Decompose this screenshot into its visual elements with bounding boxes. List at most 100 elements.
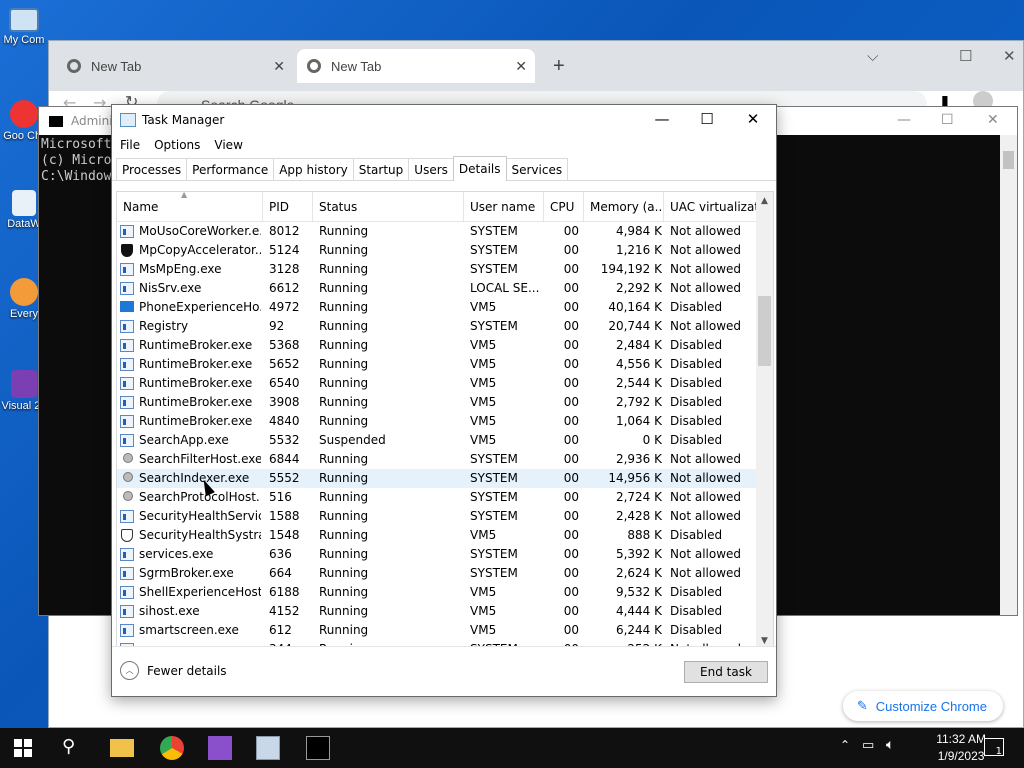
task-manager-title-bar[interactable]: Task Manager — ☐ ✕ — [112, 105, 776, 135]
minimize-icon[interactable]: — — [897, 112, 911, 128]
tab-search-icon[interactable]: ⌵ — [867, 47, 878, 65]
cell-memory: 2,544 K — [615, 376, 662, 390]
tab-services[interactable]: Services — [505, 158, 569, 180]
cell-status: Running — [319, 395, 369, 409]
column-header-memory[interactable]: Memory (a... — [584, 192, 664, 222]
table-row[interactable]: RuntimeBroker.exe 3908 Running VM5 00 2,792 K… — [117, 393, 757, 412]
menu-file[interactable]: File — [120, 138, 140, 152]
cell-status: Running — [319, 224, 369, 238]
table-row[interactable]: SearchFilterHost.exe 6844 Running SYSTEM 00 2… — [117, 450, 757, 469]
scrollbar-thumb[interactable] — [1003, 151, 1014, 169]
table-row[interactable]: SearchApp.exe 5532 Suspended VM5 00 0 K Disabl… — [117, 431, 757, 450]
tab-processes[interactable]: Processes — [116, 158, 188, 180]
minimize-icon[interactable]: — — [652, 110, 672, 128]
customize-chrome-button[interactable]: ✎ Customize Chrome — [842, 691, 1003, 721]
table-row[interactable]: Registry 92 Running SYSTEM 00 20,744 K Not all… — [117, 317, 757, 336]
tab-app-history[interactable]: App history — [273, 158, 354, 180]
fewer-details-button[interactable]: ︿ Fewer details — [120, 661, 227, 680]
scrollbar-thumb[interactable] — [758, 296, 771, 366]
table-row[interactable]: PhoneExperienceHo... 4972 Running VM5 00 40,1… — [117, 298, 757, 317]
cell-memory: 888 K — [627, 528, 662, 542]
cmd-scrollbar[interactable] — [1000, 135, 1017, 615]
column-header-status[interactable]: Status — [313, 192, 464, 222]
table-row[interactable]: MpCopyAccelerator.... 5124 Running SYSTEM 00… — [117, 241, 757, 260]
table-row[interactable]: NisSrv.exe 6612 Running LOCAL SE... 00 2,292 … — [117, 279, 757, 298]
close-icon[interactable]: ✕ — [515, 58, 527, 75]
column-header-pid[interactable]: PID — [263, 192, 313, 222]
chrome-tab-2[interactable]: New Tab ✕ — [297, 49, 535, 83]
table-row[interactable]: MoUsoCoreWorker.e... 8012 Running SYSTEM 00 4… — [117, 222, 757, 241]
table-row[interactable]: RuntimeBroker.exe 6540 Running VM5 00 2,544 K… — [117, 374, 757, 393]
chevron-up-icon[interactable]: ⌃ — [840, 738, 850, 752]
cell-memory: 1,216 K — [615, 243, 662, 257]
column-header-user-name[interactable]: User name — [464, 192, 544, 222]
search-icon[interactable]: ⚲ — [62, 736, 86, 760]
table-body: MoUsoCoreWorker.e... 8012 Running SYSTEM 00 4… — [117, 222, 757, 646]
chrome-tab-1[interactable]: New Tab ✕ — [57, 49, 293, 83]
close-icon[interactable]: ✕ — [987, 112, 999, 128]
cell-name: RuntimeBroker.exe — [139, 414, 253, 428]
table-row[interactable]: sihost.exe 4152 Running VM5 00 4,444 K Disable… — [117, 602, 757, 621]
clock[interactable]: 11:32 AM 1/9/2023 — [936, 731, 986, 765]
menu-view[interactable]: View — [214, 138, 242, 152]
table-row[interactable]: RuntimeBroker.exe 4840 Running VM5 00 1,064 K… — [117, 412, 757, 431]
volume-icon[interactable]: 🔈︎ — [886, 737, 894, 753]
table-row[interactable]: RuntimeBroker.exe 5652 Running VM5 00 4,556 K… — [117, 355, 757, 374]
table-row[interactable]: RuntimeBroker.exe 5368 Running VM5 00 2,484 K… — [117, 336, 757, 355]
scroll-up-icon[interactable]: ▲ — [756, 196, 773, 206]
scroll-down-icon[interactable]: ▼ — [756, 636, 773, 646]
notifications-icon[interactable]: 1 — [984, 738, 1004, 757]
cell-uac: Disabled — [670, 300, 723, 314]
cell-uac: Disabled — [670, 376, 723, 390]
desktop-icon-computer[interactable]: My Com — [0, 8, 48, 46]
cmd-taskbar-icon[interactable] — [306, 736, 330, 760]
table-row[interactable]: SecurityHealthServic... 1588 Running SYSTEM… — [117, 507, 757, 526]
tab-users[interactable]: Users — [408, 158, 454, 180]
computer-icon — [9, 8, 39, 32]
cell-pid: 3128 — [269, 262, 300, 276]
table-row[interactable]: services.exe 636 Running SYSTEM 00 5,392 K Not… — [117, 545, 757, 564]
cell-cpu: 00 — [563, 604, 579, 618]
cell-memory: 5,392 K — [615, 547, 662, 561]
tab-details[interactable]: Details — [452, 156, 507, 181]
table-row[interactable]: SgrmBroker.exe 664 Running SYSTEM 00 2,624 K N… — [117, 564, 757, 583]
visual-studio-taskbar-icon[interactable] — [208, 736, 232, 760]
maximize-icon[interactable]: ☐ — [697, 110, 717, 128]
cell-user-name: VM5 — [470, 338, 497, 352]
table-row[interactable]: smartscreen.exe 612 Running VM5 00 6,244 K Dis… — [117, 621, 757, 640]
maximize-icon[interactable]: ☐ — [959, 47, 972, 65]
network-icon[interactable]: ▭ — [862, 738, 874, 753]
process-icon — [120, 320, 134, 333]
cell-cpu: 00 — [563, 433, 579, 447]
column-header-name[interactable]: Name — [117, 192, 263, 222]
close-icon[interactable]: ✕ — [743, 110, 763, 128]
cell-name: NisSrv.exe — [139, 281, 202, 295]
cell-status: Running — [319, 566, 369, 580]
table-row[interactable]: SearchIndexer.exe 5552 Running SYSTEM 00 14,9… — [117, 469, 757, 488]
task-manager-taskbar-icon[interactable] — [256, 736, 280, 760]
column-header-cpu[interactable]: CPU — [544, 192, 584, 222]
new-tab-button[interactable]: + — [543, 49, 575, 83]
cell-uac: Not allowed — [670, 509, 742, 523]
table-row[interactable]: MsMpEng.exe 3128 Running SYSTEM 00 194,192 K N… — [117, 260, 757, 279]
start-icon[interactable] — [14, 739, 32, 757]
cell-cpu: 00 — [563, 338, 579, 352]
menu-options[interactable]: Options — [154, 138, 200, 152]
chrome-taskbar-icon[interactable] — [160, 736, 184, 760]
close-icon[interactable]: ✕ — [273, 58, 285, 75]
cell-uac: Disabled — [670, 395, 723, 409]
file-explorer-icon[interactable] — [110, 739, 134, 757]
table-row[interactable]: SecurityHealthSystra... 1548 Running VM5 00 8… — [117, 526, 757, 545]
column-header-uac[interactable]: UAC virtualizat... — [664, 192, 757, 222]
cell-user-name: VM5 — [470, 376, 497, 390]
cell-uac: Disabled — [670, 433, 723, 447]
tab-performance[interactable]: Performance — [186, 158, 275, 180]
table-row[interactable]: ShellExperienceHost.... 6188 Running VM5 00 9… — [117, 583, 757, 602]
cell-name: PhoneExperienceHo... — [139, 300, 261, 314]
maximize-icon[interactable]: ☐ — [941, 112, 954, 128]
cell-pid: 6540 — [269, 376, 300, 390]
table-scrollbar[interactable]: ▲ ▼ — [756, 192, 773, 646]
close-window-icon[interactable]: ✕ — [1003, 47, 1016, 65]
tab-startup[interactable]: Startup — [352, 158, 410, 180]
end-task-button[interactable]: End task — [684, 661, 768, 683]
